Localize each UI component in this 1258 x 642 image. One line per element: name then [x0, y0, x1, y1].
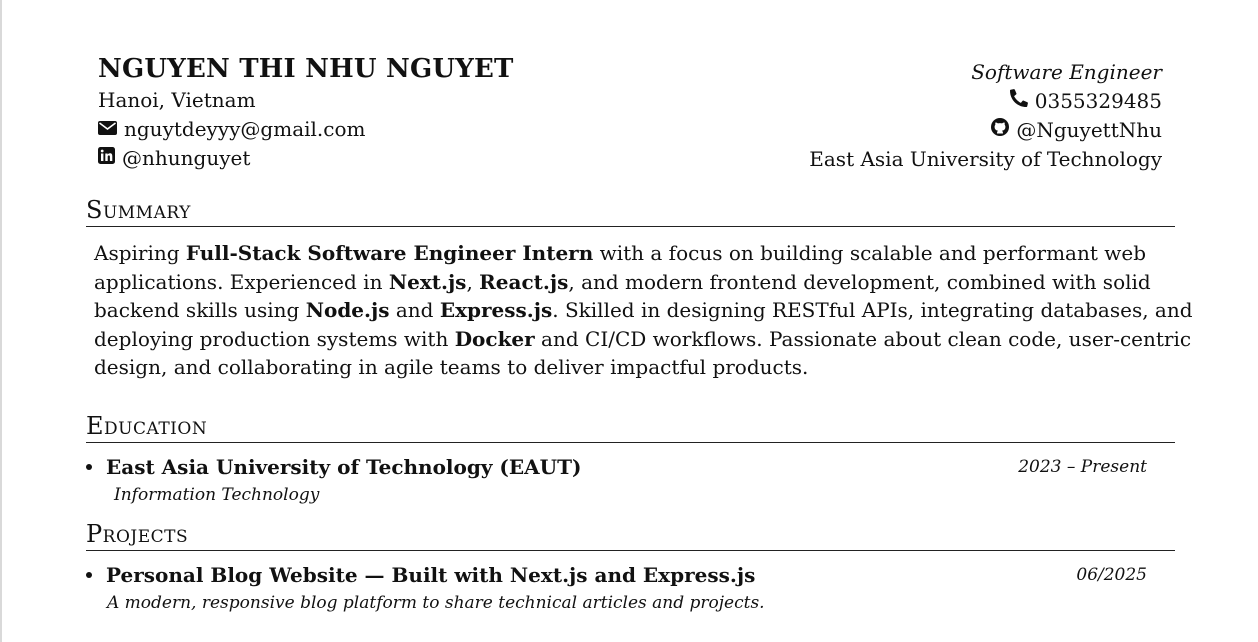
summary-text: Aspiring Full-Stack Software Engineer In…: [86, 239, 1193, 382]
location: Hanoi, Vietnam: [98, 88, 256, 112]
summary-line: deploying production systems with Docker…: [94, 326, 1192, 351]
section-divider: [86, 226, 1175, 227]
section-title-summary: Summary: [86, 196, 191, 224]
summary-highlight: Full-Stack Software Engineer Intern: [185, 241, 594, 265]
school-name: East Asia University of Technology (EAUT…: [106, 454, 582, 479]
email-line[interactable]: nguytdeyyy@gmail.com: [98, 115, 514, 144]
university-line: East Asia University of Technology: [809, 147, 1162, 171]
summary-line: backend skills using Node.js and Express…: [94, 298, 1193, 322]
github-text[interactable]: @NguyettNhu: [1016, 118, 1162, 142]
entry-heading: Personal Blog Website — Built with Next.…: [86, 560, 1175, 590]
resume-page: NGUYEN THI NHU NGUYET Hanoi, Vietnam ngu…: [86, 52, 1193, 616]
section-divider: [86, 441, 1175, 443]
summary-highlight: Node.js: [305, 298, 390, 322]
summary-highlight: Docker: [454, 326, 535, 351]
github-line[interactable]: @NguyettNhu: [809, 116, 1162, 145]
phone-text[interactable]: 0355329485: [1035, 89, 1162, 113]
summary-highlight: Next.js: [388, 269, 467, 294]
linkedin-icon: [98, 143, 115, 172]
project-date: 06/2025: [1076, 564, 1147, 585]
phone-icon: [1009, 86, 1028, 115]
bullet-icon: [86, 571, 92, 578]
summary-line: design, and collaborating in agile teams…: [94, 355, 809, 379]
summary-highlight: Express.js: [439, 298, 553, 322]
project-description: A modern, responsive blog platform to sh…: [107, 592, 765, 613]
summary-line: Aspiring Full-Stack Software Engineer In…: [94, 241, 1147, 265]
person-name: NGUYEN THI NHU NGUYET: [98, 54, 514, 84]
section-divider: [86, 549, 1175, 551]
summary-highlight: React.js: [479, 269, 569, 294]
section-title-projects: Projects: [86, 519, 189, 548]
phone-line[interactable]: 0355329485: [809, 87, 1162, 116]
education-entry: East Asia University of Technology (EAUT…: [86, 452, 1175, 508]
entry-heading: East Asia University of Technology (EAUT…: [86, 452, 1175, 482]
envelope-icon: [98, 114, 117, 143]
summary-line: applications. Experienced in Next.js, Re…: [94, 269, 1151, 294]
github-icon: [991, 115, 1010, 144]
section-title-education: Education: [86, 411, 208, 440]
resume-header: NGUYEN THI NHU NGUYET Hanoi, Vietnam ngu…: [86, 52, 1175, 176]
contact-left: NGUYEN THI NHU NGUYET Hanoi, Vietnam ngu…: [98, 52, 514, 173]
projects-section: Projects Personal Blog Website — Built w…: [86, 520, 1175, 616]
linkedin-line[interactable]: @nhunguyet: [98, 144, 514, 173]
project-name: Personal Blog Website — Built with Next.…: [106, 562, 756, 587]
summary-section: Summary Aspiring Full-Stack Software Eng…: [86, 196, 1193, 382]
education-dates: 2023 – Present: [1018, 456, 1147, 477]
contact-right: Software Engineer 0355329485 @NguyettNhu…: [809, 58, 1162, 174]
bullet-icon: [86, 463, 92, 470]
linkedin-text[interactable]: @nhunguyet: [122, 146, 250, 170]
role-title: Software Engineer: [971, 60, 1162, 84]
education-major: Information Technology: [114, 484, 320, 505]
education-section: Education East Asia University of Techno…: [86, 412, 1175, 508]
project-entry: Personal Blog Website — Built with Next.…: [86, 560, 1175, 616]
page-edge: [0, 0, 2, 642]
email-text[interactable]: nguytdeyyy@gmail.com: [124, 117, 365, 141]
